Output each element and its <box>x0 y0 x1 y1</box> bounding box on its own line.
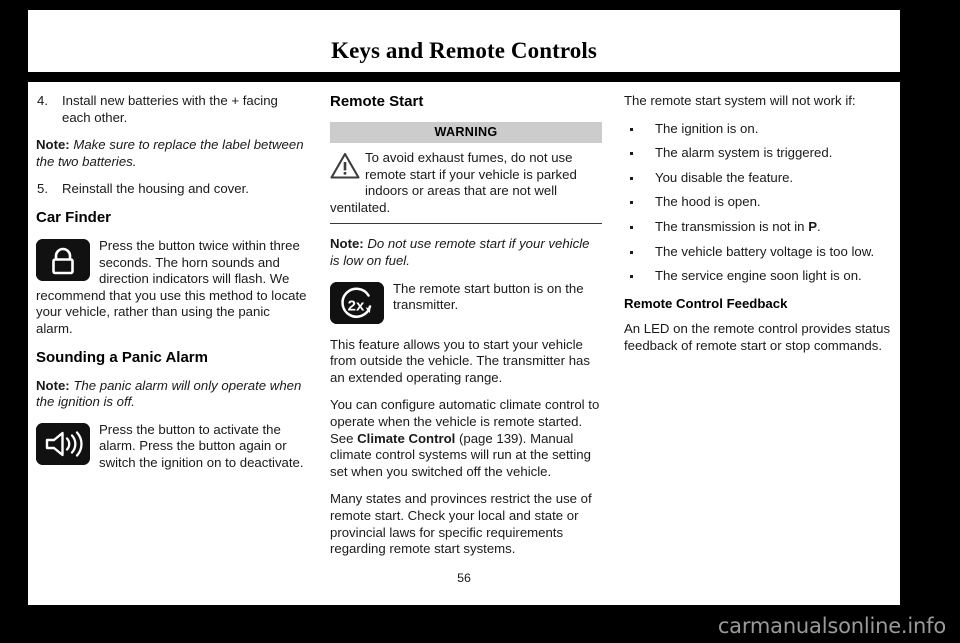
step-text: Reinstall the housing and cover. <box>62 181 249 197</box>
warning-body: To avoid exhaust fumes, do not use remot… <box>330 150 602 216</box>
remote-start-2x-icon: 2x <box>330 281 384 324</box>
list-item-text: The alarm system is triggered. <box>655 145 833 161</box>
remote-start-button-block: 2x The remote start button is on the tra… <box>330 281 602 326</box>
para-remote-start-feature: This feature allows you to start your ve… <box>330 336 590 385</box>
heading-remote-control-feedback: Remote Control Feedback <box>624 295 788 311</box>
column-left: 4. Install new batteries with the + facin… <box>36 93 308 483</box>
note-label: Note: <box>36 137 70 153</box>
list-item: The vehicle battery voltage is too low. <box>624 244 896 261</box>
list-item: The hood is open. <box>624 194 896 211</box>
para-not-work-intro: The remote start system will not work if… <box>624 93 856 108</box>
svg-text:2x: 2x <box>348 297 365 314</box>
warning-bar-label: WARNING <box>330 122 602 143</box>
site-watermark: carmanualsonline.info <box>717 614 946 638</box>
warning-divider <box>330 223 602 225</box>
list-item-text: You disable the feature. <box>655 169 794 185</box>
page-number: 56 <box>457 571 471 585</box>
note-panic-alarm: Note: The panic alarm will only operate … <box>36 378 308 411</box>
lock-icon <box>36 238 90 281</box>
manual-page-screen: Keys and Remote Controls 4. Install new b… <box>0 0 960 643</box>
numbered-step-4: 4. Install new batteries with the + facin… <box>36 93 308 126</box>
list-item: The transmission is not in P. <box>624 219 896 236</box>
list-item-text: The transmission is not in <box>655 218 809 234</box>
page-title: Keys and Remote Controls <box>331 38 597 63</box>
note-text: Make sure to replace the label between t… <box>36 137 304 169</box>
list-item-suffix: . <box>816 218 821 234</box>
note-label: Note: <box>330 236 364 252</box>
step-number: 5. <box>37 181 48 197</box>
climate-control-cross-reference[interactable]: Climate Control <box>357 431 455 446</box>
warning-triangle-icon <box>330 152 360 184</box>
note-label: Note: <box>36 377 70 393</box>
page-body: 4. Install new batteries with the + facin… <box>28 82 900 605</box>
heading-car-finder: Car Finder <box>36 208 112 226</box>
list-item: The service engine soon light is on. <box>624 268 896 285</box>
list-item-text: The hood is open. <box>655 194 761 210</box>
para-led-feedback: An LED on the remote control provides st… <box>624 321 891 353</box>
note-low-fuel: Note: Do not use remote start if your ve… <box>330 236 602 269</box>
para-climate-control: You can configure automatic climate cont… <box>330 397 602 480</box>
step-number: 4. <box>37 93 48 108</box>
note-text: The panic alarm will only operate when t… <box>36 377 302 410</box>
step-text: Install new batteries with the + facing … <box>62 93 278 125</box>
list-item: The ignition is on. <box>624 121 896 138</box>
para-state-laws: Many states and provinces restrict the u… <box>330 491 592 557</box>
list-item: You disable the feature. <box>624 170 896 187</box>
warning-text: To avoid exhaust fumes, do not use remot… <box>330 150 577 215</box>
horn-speaker-icon <box>36 422 90 465</box>
list-item-text: The ignition is on. <box>655 120 759 136</box>
note-batteries: Note: Make sure to replace the label bet… <box>36 137 308 170</box>
list-item-text: The vehicle battery voltage is too low. <box>655 243 875 259</box>
column-right: The remote start system will not work if… <box>624 93 896 366</box>
numbered-step-5: 5. Reinstall the housing and cover. <box>36 181 308 198</box>
note-text: Do not use remote start if your vehicle … <box>330 236 590 268</box>
list-item-emphasis: P <box>808 218 817 234</box>
panic-alarm-block: Press the button to activate the alarm. … <box>36 422 308 472</box>
car-finder-block: Press the button twice within three seco… <box>36 238 308 338</box>
running-header: Keys and Remote Controls <box>28 10 900 72</box>
three-column-layout: 4. Install new batteries with the + facin… <box>28 82 900 556</box>
column-middle: Remote Start WARNING To avoid exhaust fu… <box>330 93 602 569</box>
not-work-conditions-list: The ignition is on. The alarm system is … <box>624 121 896 285</box>
list-item: The alarm system is triggered. <box>624 145 896 162</box>
heading-remote-start: Remote Start <box>330 93 424 110</box>
list-item-text: The service engine soon light is on. <box>655 268 862 284</box>
heading-panic-alarm: Sounding a Panic Alarm <box>36 348 208 366</box>
warning-box: WARNING To avoid exhaust fumes, do not u… <box>330 122 602 225</box>
